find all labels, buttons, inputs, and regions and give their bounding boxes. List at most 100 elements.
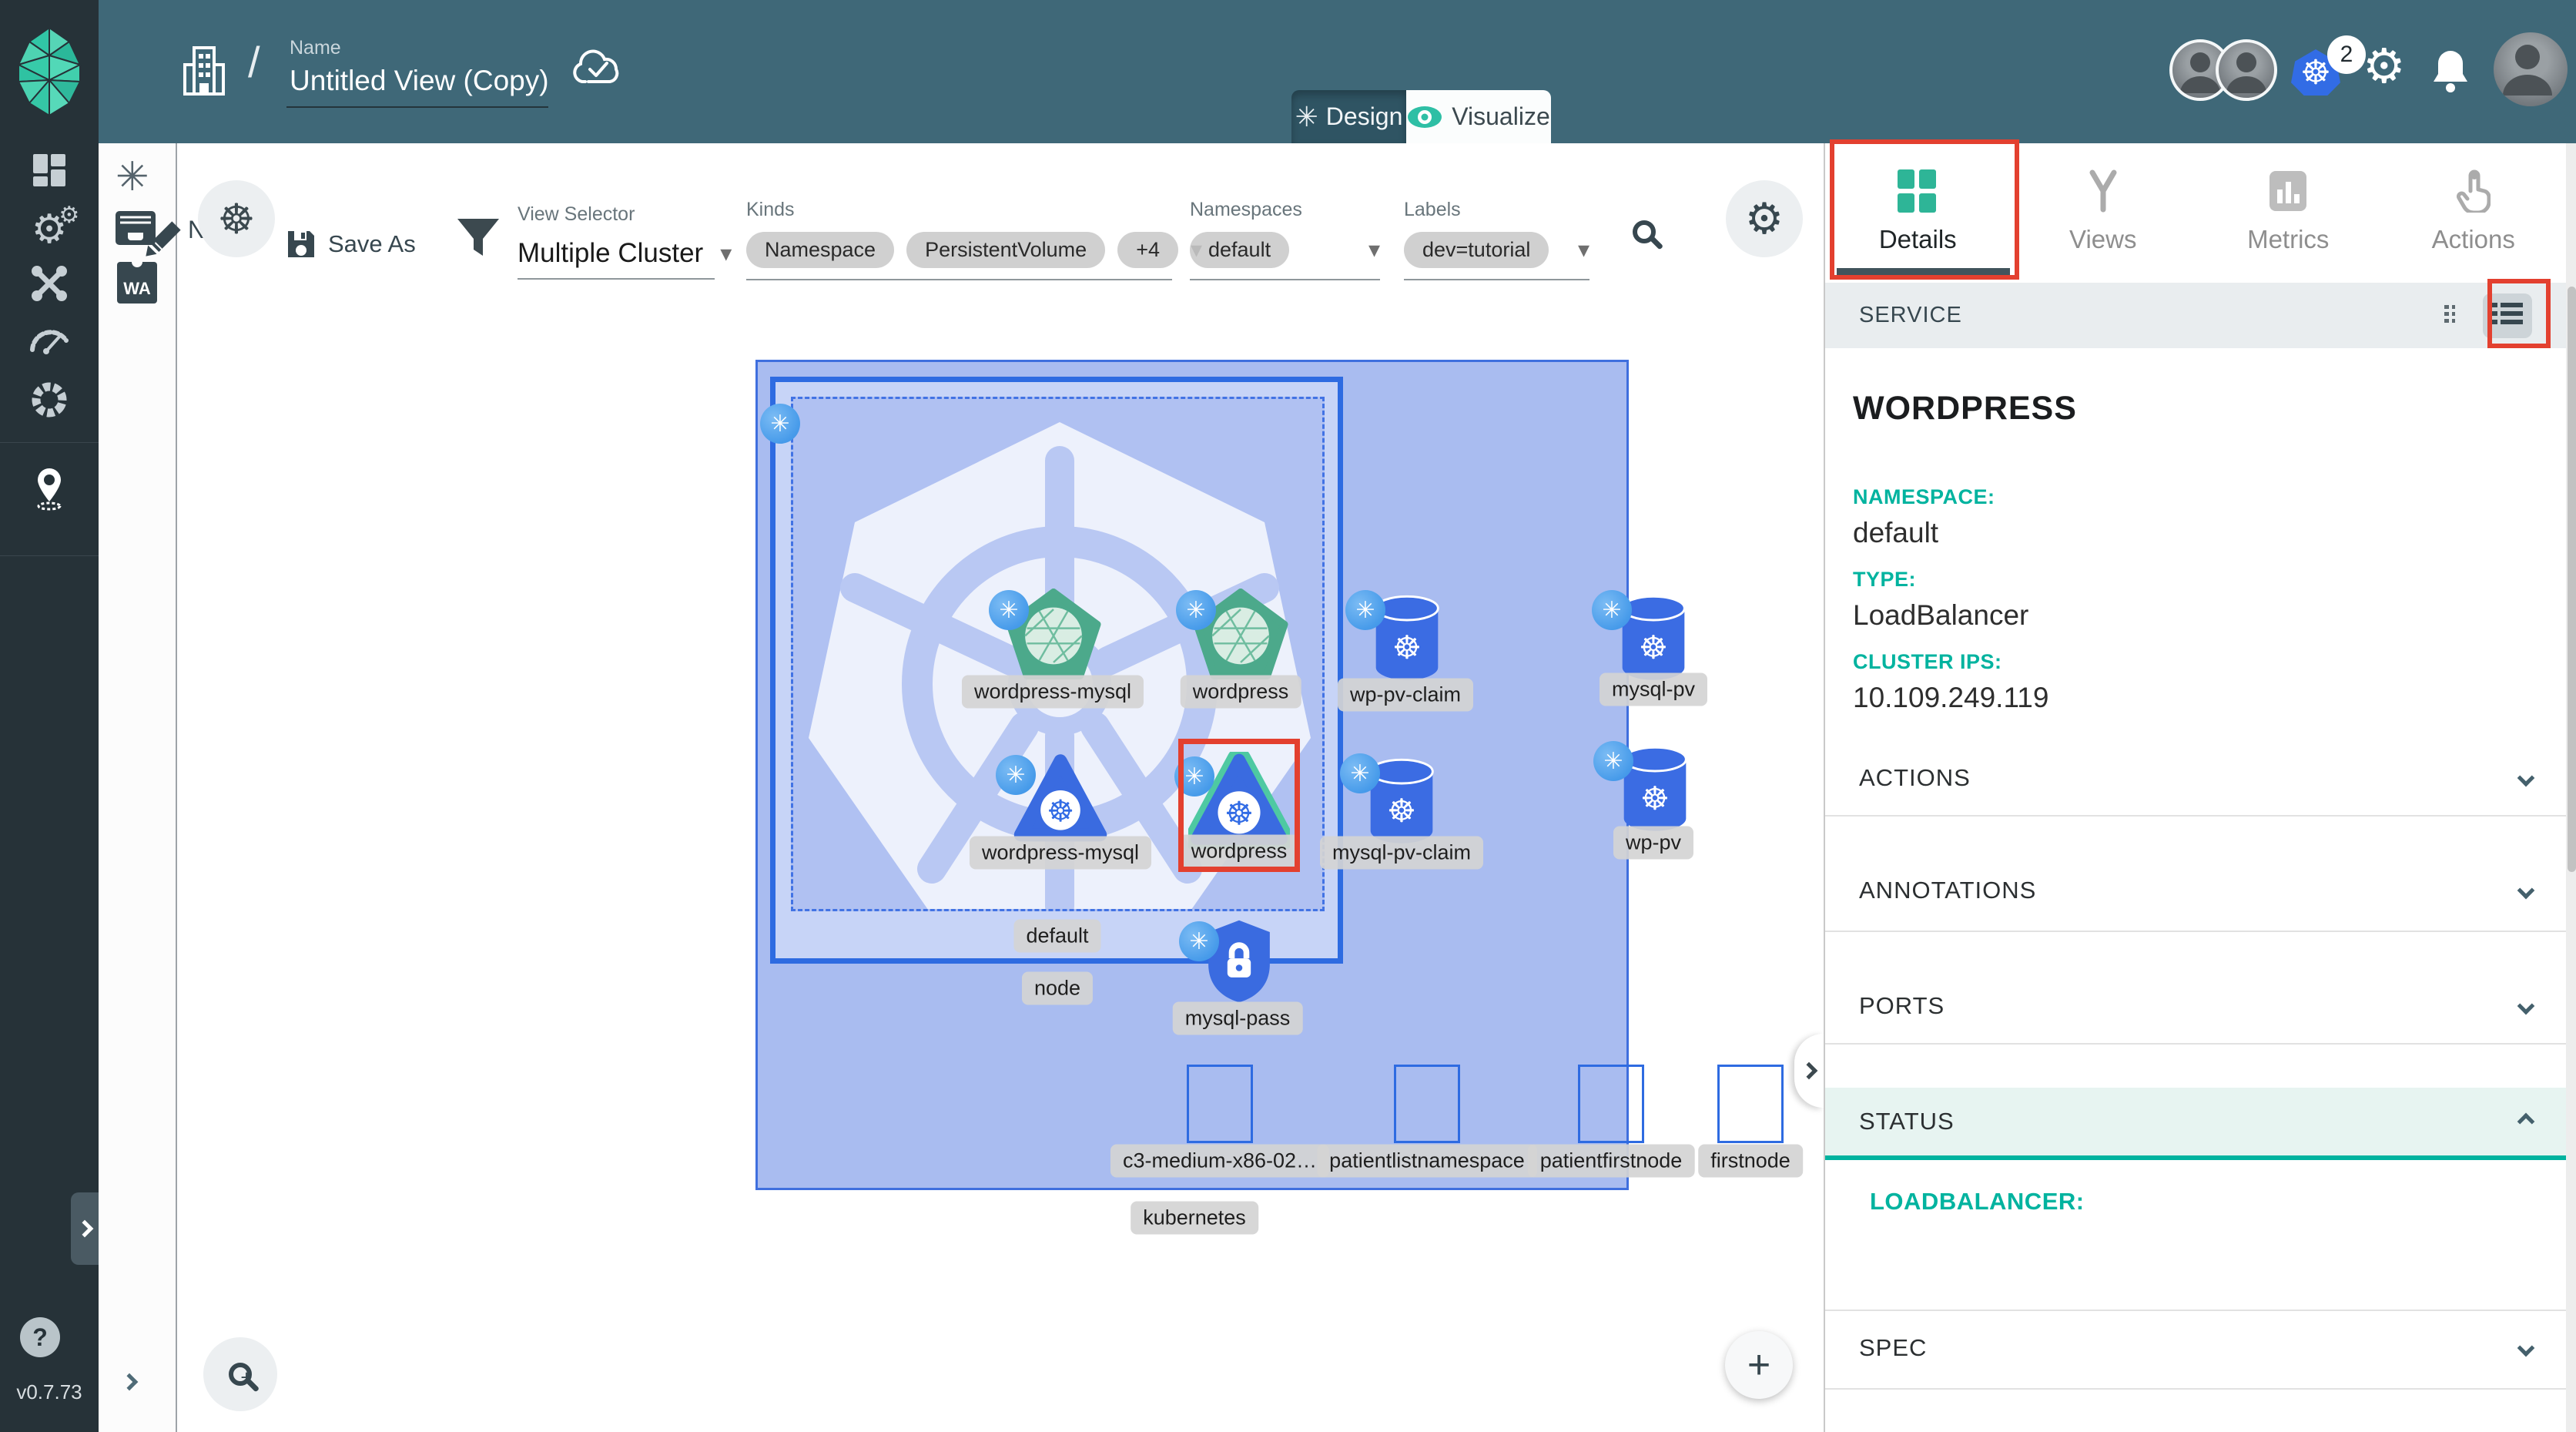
k8s-node-icon[interactable] bbox=[1717, 1065, 1784, 1143]
svg-text:☸: ☸ bbox=[1392, 629, 1422, 666]
accordion-actions[interactable]: ACTIONS bbox=[1825, 741, 2566, 815]
svg-text:☸: ☸ bbox=[1047, 795, 1074, 829]
resource-kind-bar: SERVICE bbox=[1825, 283, 2566, 348]
app-header: / Name Untitled View (Copy) ✳ Design Vis… bbox=[0, 0, 2576, 143]
accordion-ports[interactable]: PORTS bbox=[1825, 969, 2566, 1043]
svg-text:☸: ☸ bbox=[1387, 793, 1416, 829]
node-label: wordpress-mysql bbox=[969, 836, 1152, 870]
view-selector[interactable]: View Selector Multiple Cluster ▾ bbox=[518, 203, 732, 280]
meshsync-badge-icon: ✳ bbox=[1179, 921, 1219, 961]
caret-down-icon: ▾ bbox=[1368, 237, 1380, 263]
k8s-node-icon[interactable] bbox=[1394, 1065, 1460, 1143]
breadcrumb-separator: / bbox=[248, 38, 260, 86]
panel-scrollbar[interactable] bbox=[2566, 143, 2576, 1432]
namespace-chip[interactable]: default bbox=[1190, 232, 1290, 268]
tab-actions[interactable]: Actions bbox=[2381, 143, 2567, 280]
kubernetes-view-button[interactable]: ☸ bbox=[198, 180, 275, 257]
add-node-button[interactable]: + bbox=[1725, 1331, 1793, 1399]
tab-metrics[interactable]: Metrics bbox=[2196, 143, 2381, 280]
sidebar-item-extensions[interactable] bbox=[0, 381, 99, 419]
user-avatar[interactable] bbox=[2494, 32, 2568, 106]
details-tab-annotation-box bbox=[1830, 139, 2019, 280]
sidebar-expand-button[interactable] bbox=[71, 1192, 99, 1265]
view-name-input[interactable]: Untitled View (Copy) bbox=[290, 65, 549, 97]
tab-design[interactable]: ✳ Design bbox=[1291, 90, 1406, 143]
edit-pencil-icon[interactable] bbox=[143, 219, 183, 259]
cluster-label: kubernetes bbox=[1131, 1201, 1258, 1235]
node-label: wp-pv-claim bbox=[1337, 678, 1474, 712]
labels-label: Labels bbox=[1404, 199, 1461, 220]
listicon-annotation-box bbox=[2487, 279, 2551, 348]
kind-chip-more[interactable]: +4 bbox=[1117, 232, 1178, 268]
accordion-annotations[interactable]: ANNOTATIONS bbox=[1825, 853, 2566, 927]
notifications-icon[interactable] bbox=[2430, 48, 2470, 92]
node-label: firstnode bbox=[1698, 1144, 1803, 1178]
visualization-canvas[interactable]: N ☸ Save As View Selector Multiple Clust… bbox=[177, 143, 1824, 1432]
divider bbox=[1825, 1043, 2566, 1045]
cluster-container[interactable]: ✳ ✳ wordpress-mysql ✳ wordpress ☸ ✳ wp-p… bbox=[755, 360, 1803, 1235]
save-as-button[interactable]: Save As bbox=[285, 228, 416, 260]
view-name-label: Name bbox=[290, 37, 341, 59]
zoom-button[interactable]: + bbox=[203, 1337, 277, 1411]
panel-collapse-handle[interactable] bbox=[1794, 1034, 1824, 1108]
filter-icon[interactable] bbox=[454, 214, 502, 262]
namespaces-label: Namespaces bbox=[1190, 199, 1302, 220]
sidebar-item-configuration[interactable] bbox=[0, 265, 99, 302]
organization-icon[interactable] bbox=[182, 45, 226, 97]
sidebar-item-dashboard[interactable] bbox=[0, 153, 99, 188]
kinds-filter[interactable]: Kinds Namespace PersistentVolume +4 ▾ bbox=[746, 199, 1202, 280]
accordion-spec[interactable]: SPEC bbox=[1825, 1311, 2566, 1385]
caret-down-icon: ▾ bbox=[1577, 237, 1589, 263]
sidebar-item-environment[interactable] bbox=[0, 467, 99, 511]
kind-chip[interactable]: Namespace bbox=[746, 232, 895, 268]
view-selector-value[interactable]: Multiple Cluster bbox=[518, 238, 703, 269]
label-chip[interactable]: dev=tutorial bbox=[1404, 232, 1549, 268]
design-label: Design bbox=[1325, 102, 1403, 130]
visualize-label: Visualize bbox=[1452, 102, 1550, 130]
app-sidebar: ⚙ ⚙ ? v0.7.73 bbox=[0, 0, 99, 1432]
meshery-logo[interactable] bbox=[12, 26, 86, 117]
wasm-filter-icon[interactable]: WA bbox=[117, 257, 157, 304]
tab-views[interactable]: Views bbox=[2011, 143, 2196, 280]
namespace-label: default bbox=[1013, 919, 1101, 953]
kind-chip[interactable]: PersistentVolume bbox=[906, 232, 1106, 268]
k8s-node-icon[interactable] bbox=[1578, 1065, 1644, 1143]
view-name-underline bbox=[286, 106, 548, 108]
design-icon: ✳ bbox=[1295, 100, 1318, 132]
svg-text:☸: ☸ bbox=[1639, 629, 1668, 666]
settings-icon[interactable]: ⚙ bbox=[2363, 43, 2406, 91]
meshsync-badge-icon: ✳ bbox=[760, 404, 800, 444]
field-type: TYPE: LoadBalancer bbox=[1853, 568, 2029, 631]
compact-list-icon[interactable] bbox=[2443, 303, 2469, 329]
node-label: mysql-pass bbox=[1172, 1001, 1303, 1035]
accordion-status-expanded[interactable]: STATUS bbox=[1825, 1088, 2566, 1160]
node-label: wordpress bbox=[1180, 675, 1301, 709]
namespaces-filter[interactable]: Namespaces default ▾ bbox=[1190, 199, 1380, 280]
toolbar-expand-chevron[interactable] bbox=[120, 1373, 139, 1392]
help-button[interactable]: ? bbox=[20, 1317, 60, 1357]
divider bbox=[1825, 1388, 2566, 1390]
collaborator-avatar[interactable] bbox=[2216, 39, 2277, 101]
divider bbox=[1825, 931, 2566, 932]
k8s-node-icon[interactable] bbox=[1187, 1065, 1253, 1143]
search-icon[interactable] bbox=[1633, 220, 1656, 247]
node-label: mysql-pv-claim bbox=[1319, 836, 1484, 870]
status-loadbalancer-label: LOADBALANCER: bbox=[1870, 1188, 2085, 1215]
sidebar-item-performance[interactable] bbox=[0, 324, 99, 354]
metrics-icon bbox=[2268, 169, 2308, 213]
canvas-settings-button[interactable]: ⚙ bbox=[1726, 180, 1803, 257]
labels-filter[interactable]: Labels dev=tutorial ▾ bbox=[1404, 199, 1589, 280]
selection-annotation-box bbox=[1178, 739, 1300, 872]
meshsync-badge-icon: ✳ bbox=[1340, 753, 1380, 793]
sidebar-item-lifecycle[interactable]: ⚙ ⚙ bbox=[0, 203, 99, 253]
meshsync-badge-icon: ✳ bbox=[996, 755, 1036, 795]
meshsync-badge-icon: ✳ bbox=[1345, 590, 1385, 630]
scrollbar-thumb[interactable] bbox=[2568, 287, 2576, 872]
node-label: wordpress-mysql bbox=[961, 675, 1144, 709]
cloud-saved-icon bbox=[571, 46, 625, 89]
tab-visualize[interactable]: Visualize bbox=[1406, 90, 1551, 143]
design-tool-icon[interactable]: ✳ bbox=[116, 157, 149, 197]
node-container-label: node bbox=[1021, 971, 1094, 1005]
node-label: wp-pv bbox=[1613, 826, 1694, 860]
app-version: v0.7.73 bbox=[16, 1380, 82, 1403]
